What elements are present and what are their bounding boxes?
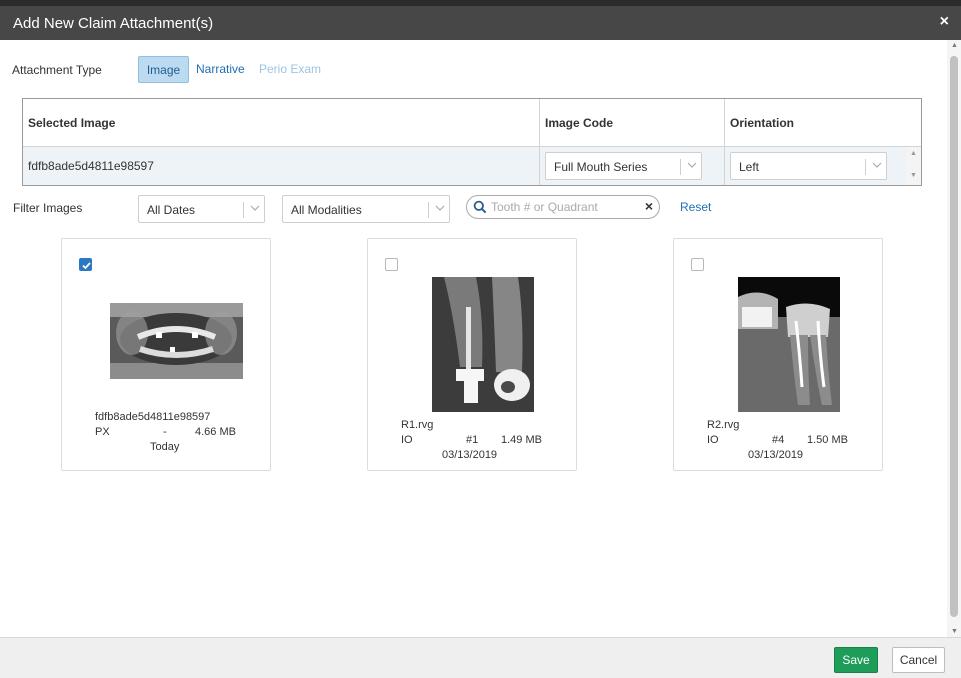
panoramic-xray-thumbnail[interactable] xyxy=(110,303,243,379)
chevron-down-icon xyxy=(435,205,445,211)
scroll-down-icon[interactable]: ▼ xyxy=(910,172,917,179)
reset-filters-link[interactable]: Reset xyxy=(680,200,711,214)
orientation-value: Left xyxy=(739,160,760,174)
image-date: Today xyxy=(150,441,180,453)
periapical-xray-thumbnail[interactable] xyxy=(432,277,534,412)
image-name: fdfb8ade5d4811e98597 xyxy=(95,411,211,423)
image-size: 1.50 MB xyxy=(807,434,848,446)
image-name: R2.rvg xyxy=(707,419,740,431)
image-modality: PX xyxy=(95,426,110,438)
selected-image-grid: Selected Image Image Code Orientation fd… xyxy=(22,98,922,186)
save-button[interactable]: Save xyxy=(834,647,878,673)
scroll-down-icon[interactable]: ▼ xyxy=(951,628,958,635)
image-select-checkbox[interactable] xyxy=(691,258,704,271)
image-card[interactable]: R1.rvg IO #1 1.49 MB 03/13/2019 xyxy=(367,238,577,471)
orientation-select[interactable]: Left xyxy=(730,152,887,180)
image-date: 03/13/2019 xyxy=(748,449,804,461)
image-modality: IO xyxy=(707,434,719,446)
scroll-up-icon[interactable]: ▲ xyxy=(910,150,917,157)
checkmark-icon xyxy=(82,262,91,270)
grid-row: fdfb8ade5d4811e98597 Full Mouth Series L… xyxy=(23,147,921,185)
dates-filter-select[interactable]: All Dates xyxy=(138,195,265,223)
image-select-checkbox[interactable] xyxy=(79,258,92,271)
image-date: 03/13/2019 xyxy=(442,449,498,461)
selected-image-name: fdfb8ade5d4811e98597 xyxy=(28,159,154,173)
image-size: 1.49 MB xyxy=(501,434,542,446)
grid-header-selected-image: Selected Image xyxy=(28,116,116,130)
image-name: R1.rvg xyxy=(401,419,434,431)
grid-header-image-code: Image Code xyxy=(539,99,724,147)
scrollbar-thumb[interactable] xyxy=(950,56,958,617)
dates-filter-value: All Dates xyxy=(147,203,196,217)
grid-scrollbar[interactable]: ▲ ▼ xyxy=(906,147,921,185)
modalities-filter-value: All Modalities xyxy=(291,203,362,217)
image-tooth: #4 xyxy=(772,434,785,446)
image-tooth: - xyxy=(163,426,167,438)
image-card[interactable]: fdfb8ade5d4811e98597 PX - 4.66 MB Today xyxy=(61,238,271,471)
dialog-titlebar: Add New Claim Attachment(s) × xyxy=(0,6,961,40)
modalities-filter-select[interactable]: All Modalities xyxy=(282,195,450,223)
scroll-up-icon[interactable]: ▲ xyxy=(951,42,958,49)
close-icon[interactable]: × xyxy=(940,13,949,31)
grid-header: Selected Image Image Code Orientation xyxy=(23,99,921,147)
dialog-content: Attachment Type Image Narrative Perio Ex… xyxy=(0,40,947,637)
search-icon xyxy=(473,200,487,214)
dialog-title: Add New Claim Attachment(s) xyxy=(13,15,214,32)
image-size: 4.66 MB xyxy=(195,426,236,438)
filter-images-label: Filter Images xyxy=(13,201,83,215)
image-card[interactable]: R2.rvg IO #4 1.50 MB 03/13/2019 xyxy=(673,238,883,471)
dialog-footer: Save Cancel xyxy=(0,637,961,678)
tooth-search-input[interactable] xyxy=(491,199,631,215)
chevron-down-icon xyxy=(872,162,882,168)
attachment-type-label: Attachment Type xyxy=(12,63,102,77)
chevron-down-icon xyxy=(250,205,260,211)
attachment-type-perio-exam-link[interactable]: Perio Exam xyxy=(259,56,321,83)
dialog-scrollbar[interactable]: ▲ ▼ xyxy=(947,40,961,637)
image-tooth: #1 xyxy=(466,434,479,446)
grid-header-orientation: Orientation xyxy=(724,99,921,147)
image-modality: IO xyxy=(401,434,413,446)
attachment-type-narrative-link[interactable]: Narrative xyxy=(196,56,245,83)
image-code-select[interactable]: Full Mouth Series xyxy=(545,152,702,180)
periapical-xray-thumbnail[interactable] xyxy=(738,277,840,412)
chevron-down-icon xyxy=(687,162,697,168)
attachment-type-image-button[interactable]: Image xyxy=(138,56,189,83)
tooth-search-box: × xyxy=(466,195,660,219)
clear-search-icon[interactable]: × xyxy=(645,198,653,214)
image-select-checkbox[interactable] xyxy=(385,258,398,271)
image-code-value: Full Mouth Series xyxy=(554,160,648,174)
cancel-button[interactable]: Cancel xyxy=(892,647,945,673)
